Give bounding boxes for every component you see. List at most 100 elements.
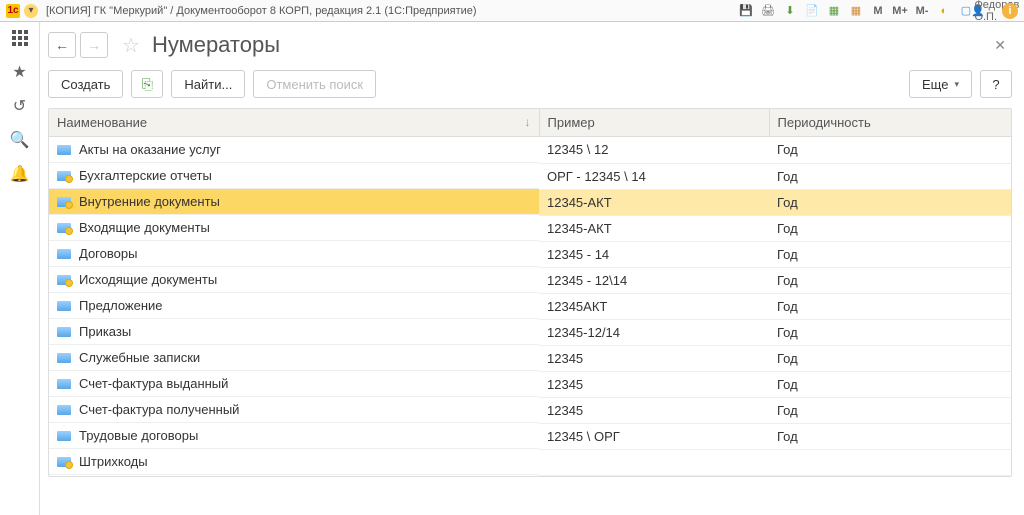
row-name: Исходящие документы — [79, 272, 217, 287]
row-name: Служебные записки — [79, 350, 200, 365]
table-row[interactable]: Счет-фактура выданный12345Год — [49, 371, 1011, 397]
table-row[interactable]: Акты на оказание услуг 12345 \ 12Год — [49, 137, 1011, 164]
item-icon — [57, 145, 71, 155]
row-name: Договоры — [79, 246, 137, 261]
table-row[interactable]: Исходящие документы12345 - 12\14Год — [49, 267, 1011, 293]
help-button[interactable]: ? — [980, 70, 1012, 98]
refresh-button[interactable]: ⎘ — [131, 70, 163, 98]
dropdown-icon[interactable]: ▾ — [24, 4, 38, 18]
item-icon — [57, 457, 71, 467]
row-name: Штрихкоды — [79, 454, 148, 469]
close-icon[interactable]: ✕ — [988, 37, 1012, 54]
row-name: Приказы — [79, 324, 131, 339]
print-icon[interactable]: 🖨 — [760, 3, 776, 19]
row-name: Счет-фактура полученный — [79, 402, 239, 417]
table-row[interactable]: Договоры 12345 - 14Год — [49, 241, 1011, 267]
col-name-label: Наименование — [57, 115, 147, 130]
row-example: 12345 \ ОРГ — [539, 423, 769, 449]
row-name: Внутренние документы — [79, 194, 220, 209]
copy-create-icon: ⎘ — [142, 76, 153, 93]
row-period: Год — [769, 319, 1011, 345]
calculator-icon[interactable]: ▦ — [826, 3, 842, 19]
row-name: Счет-фактура выданный — [79, 376, 228, 391]
column-header-name[interactable]: Наименование ↓ — [49, 109, 539, 137]
favorite-star-icon[interactable]: ☆ — [122, 33, 140, 58]
create-button[interactable]: Создать — [48, 70, 123, 98]
table-row[interactable]: Бухгалтерские отчеты ОРГ - 12345 \ 14Год — [49, 163, 1011, 189]
bell-icon[interactable]: 🔔 — [10, 164, 30, 184]
row-period: Год — [769, 241, 1011, 267]
sort-indicator-icon: ↓ — [525, 115, 531, 129]
row-example: 12345 \ 12 — [539, 137, 769, 164]
row-name: Акты на оказание услуг — [79, 142, 221, 157]
toolbar-icons: 💾 🖨 ⬇ 📄 ▦ ▦ M M+ M- ◐ ▢ 👤 Федоров О.П. i — [738, 3, 1018, 19]
calendar-icon[interactable]: ▦ — [848, 3, 864, 19]
row-period: Год — [769, 293, 1011, 319]
chevron-down-icon: ▾ — [954, 79, 959, 90]
save-icon[interactable]: 💾 — [738, 3, 754, 19]
search-icon[interactable]: 🔍 — [10, 130, 30, 150]
item-icon — [57, 223, 71, 233]
row-example: 12345 — [539, 397, 769, 423]
row-name: Трудовые договоры — [79, 428, 198, 443]
item-icon — [57, 327, 71, 337]
page-title: Нумераторы — [152, 32, 984, 58]
column-header-period[interactable]: Периодичность — [769, 109, 1011, 137]
action-toolbar: Создать ⎘ Найти... Отменить поиск Еще ▾ … — [48, 66, 1012, 108]
sidebar: ★ ↺ 🔍 🔔 — [0, 22, 40, 515]
memory-mminus[interactable]: M- — [914, 3, 930, 19]
nav-forward-button[interactable]: → — [80, 32, 108, 58]
row-period: Год — [769, 371, 1011, 397]
find-button[interactable]: Найти... — [171, 70, 245, 98]
app-icon-1c: 1c — [6, 4, 20, 18]
table-row[interactable]: Предложение 12345АКТГод — [49, 293, 1011, 319]
table-row[interactable]: Штрихкоды — [49, 449, 1011, 475]
item-icon — [57, 249, 71, 259]
system-titlebar: 1c ▾ [КОПИЯ] ГК "Меркурий" / Документооб… — [0, 0, 1024, 22]
cancel-search-button[interactable]: Отменить поиск — [253, 70, 376, 98]
star-icon[interactable]: ★ — [10, 62, 30, 82]
info-icon[interactable]: i — [1002, 3, 1018, 19]
table-row[interactable]: Приказы12345-12/14Год — [49, 319, 1011, 345]
item-icon — [57, 171, 71, 181]
row-period: Год — [769, 137, 1011, 164]
nav-back-button[interactable]: ← — [48, 32, 76, 58]
table-row[interactable]: Внутренние документы12345-АКТГод — [49, 189, 1011, 215]
table-row[interactable]: Счет-фактура полученный12345Год — [49, 397, 1011, 423]
memory-m[interactable]: M — [870, 3, 886, 19]
item-icon — [57, 301, 71, 311]
row-name: Входящие документы — [79, 220, 210, 235]
history-icon[interactable]: ↺ — [10, 96, 30, 116]
clock-icon[interactable]: ◐ — [936, 3, 952, 19]
row-example: 12345-АКТ — [539, 215, 769, 241]
row-example: 12345-АКТ — [539, 189, 769, 215]
row-example: ОРГ - 12345 \ 14 — [539, 163, 769, 189]
row-period — [769, 449, 1011, 475]
row-name: Бухгалтерские отчеты — [79, 168, 212, 183]
apps-icon[interactable] — [10, 28, 30, 48]
row-name: Предложение — [79, 298, 163, 313]
row-example: 12345 - 14 — [539, 241, 769, 267]
window-title: [КОПИЯ] ГК "Меркурий" / Документооборот … — [46, 5, 734, 17]
table-row[interactable]: Трудовые договоры 12345 \ ОРГГод — [49, 423, 1011, 449]
data-table: Наименование ↓ Пример Периодичность Акты… — [49, 109, 1011, 476]
user-label[interactable]: 👤 Федоров О.П. — [980, 3, 996, 19]
more-button[interactable]: Еще ▾ — [909, 70, 972, 98]
export-icon[interactable]: ⬇ — [782, 3, 798, 19]
row-period: Год — [769, 215, 1011, 241]
row-example: 12345АКТ — [539, 293, 769, 319]
main-area: ← → ☆ Нумераторы ✕ Создать ⎘ Найти... От… — [40, 22, 1024, 515]
item-icon — [57, 275, 71, 285]
row-period: Год — [769, 163, 1011, 189]
document-icon[interactable]: 📄 — [804, 3, 820, 19]
item-icon — [57, 353, 71, 363]
memory-mplus[interactable]: M+ — [892, 3, 908, 19]
page-header: ← → ☆ Нумераторы ✕ — [48, 28, 1012, 66]
row-example: 12345 - 12\14 — [539, 267, 769, 293]
row-period: Год — [769, 423, 1011, 449]
row-example — [539, 449, 769, 475]
table-row[interactable]: Входящие документы 12345-АКТГод — [49, 215, 1011, 241]
item-icon — [57, 431, 71, 441]
column-header-example[interactable]: Пример — [539, 109, 769, 137]
table-row[interactable]: Служебные записки12345Год — [49, 345, 1011, 371]
